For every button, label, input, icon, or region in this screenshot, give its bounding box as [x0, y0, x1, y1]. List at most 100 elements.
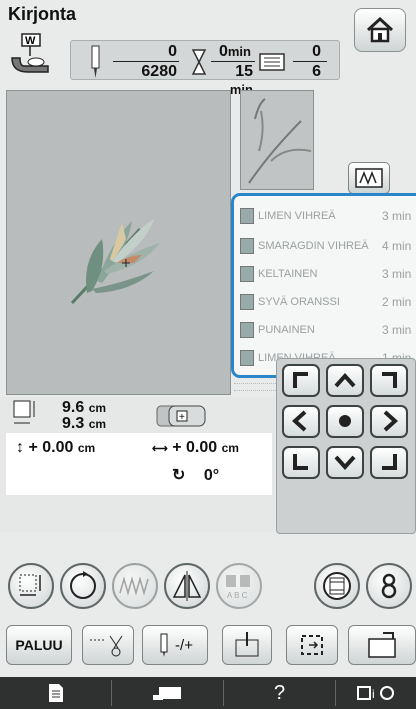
hourglass-icon — [191, 49, 207, 75]
needle-icon — [91, 45, 100, 78]
stitch-back-forward-button[interactable]: -/+ — [142, 625, 208, 665]
machine-icon — [152, 687, 181, 700]
stitch-total: 6280 — [141, 63, 177, 80]
corner-arrow-icon — [382, 372, 397, 388]
thread-spool-icon — [240, 322, 254, 338]
embroidery-preview[interactable] — [6, 90, 231, 395]
home-icon — [366, 17, 394, 43]
design-info-panel: 9.6 cm 9.3 cm + ↕ + 0.00 cm ⟷ + 0.00 cm … — [0, 397, 275, 532]
move-up-right-button[interactable] — [370, 364, 408, 397]
position-x-row: ⟷ + 0.00 cm — [152, 439, 239, 456]
document-button[interactable] — [0, 680, 112, 706]
corner-arrow-icon — [293, 372, 308, 388]
home-button[interactable] — [354, 8, 406, 52]
svg-text:i: i — [372, 687, 375, 701]
needle-position-icon — [235, 632, 259, 657]
move-down-left-button[interactable] — [282, 446, 320, 479]
thread-abc-button[interactable]: A B C — [216, 563, 262, 609]
settings-icon: i — [357, 686, 394, 701]
mirror-button[interactable] — [164, 563, 210, 609]
thread-spool-icon — [240, 294, 254, 310]
thread-spool-icon — [240, 350, 254, 366]
hoop-icon: + — [156, 405, 206, 427]
thread-color-button[interactable] — [314, 563, 360, 609]
time-current: 0 — [218, 43, 228, 60]
camera-button[interactable] — [112, 680, 224, 706]
thread-spool-icon — [259, 53, 285, 71]
list-item[interactable]: SMARAGDIN VIHREÄ 4 min — [240, 234, 416, 258]
thread-spool-icon — [240, 208, 254, 224]
corner-arrow-icon — [293, 454, 308, 470]
color-current: 0 — [312, 43, 321, 60]
svg-text:+: + — [179, 412, 185, 423]
horizontal-move-icon: ⟷ — [152, 443, 168, 455]
memory-button[interactable] — [348, 625, 416, 665]
settings-button[interactable]: i — [336, 680, 416, 706]
move-up-button[interactable] — [326, 364, 364, 397]
loop-button[interactable] — [366, 563, 412, 609]
move-pad — [276, 358, 416, 534]
mirror-icon — [172, 571, 202, 601]
rotation-row: ↻ 0° — [172, 467, 220, 484]
list-item[interactable]: KELTAINEN 3 min — [240, 262, 416, 286]
page-title: Kirjonta — [8, 4, 77, 24]
rotate-icon — [70, 571, 96, 599]
rotate-icon: ↻ — [172, 467, 186, 484]
position-y-row: ↕ + 0.00 cm — [16, 439, 96, 456]
thread-abc-icon: A B C — [226, 575, 250, 600]
move-down-right-button[interactable] — [370, 446, 408, 479]
chevron-left-icon — [292, 410, 307, 432]
trace-area-icon — [301, 635, 323, 655]
density-button[interactable] — [112, 563, 158, 609]
start-point-button[interactable] — [222, 625, 272, 665]
thread-cut-button[interactable] — [82, 625, 134, 665]
color-sequence-list[interactable]: LIMEN VIHREÄ 3 min SMARAGDIN VIHREÄ 4 min … — [231, 193, 416, 378]
document-icon — [48, 684, 63, 702]
stitch-time-status: 0 6280 0min 15 min 0 6 — [70, 40, 340, 97]
thread-spool-icon — [240, 238, 254, 254]
design-thumbnail — [240, 90, 314, 190]
thumbnail-design-icon — [248, 98, 312, 184]
stitch-current: 0 — [168, 43, 177, 60]
rotate-button[interactable] — [60, 563, 106, 609]
corner-arrow-icon — [382, 454, 397, 470]
pocket-icon — [368, 632, 396, 658]
center-dot-icon — [339, 415, 351, 427]
size-width: 9.6 — [62, 399, 85, 416]
trial-button[interactable] — [286, 625, 338, 665]
scissors-icon — [90, 635, 123, 657]
stitch-density-icon — [119, 576, 149, 596]
embroidery-design-icon — [70, 219, 160, 305]
question-icon: ? — [273, 681, 286, 704]
thread-display-button[interactable] — [348, 162, 390, 194]
move-left-button[interactable] — [282, 405, 320, 438]
chevron-right-icon — [383, 410, 398, 432]
chevron-down-icon — [334, 455, 356, 470]
bottom-toolbar: ? i — [0, 677, 416, 709]
thread-spool-icon — [240, 266, 254, 282]
time-total: 15 — [235, 63, 253, 80]
move-right-button[interactable] — [370, 405, 408, 438]
needle-icon — [160, 633, 168, 657]
presser-foot-icon: W — [8, 32, 54, 76]
thread-spool-icon — [323, 572, 351, 600]
size-height: 9.3 — [62, 415, 85, 432]
chevron-up-icon — [334, 373, 356, 388]
svg-text:A B C: A B C — [227, 591, 248, 600]
list-item[interactable]: SYVÄ ORANSSI 2 min — [240, 290, 416, 314]
resize-icon — [19, 574, 41, 596]
embroidery-frame-icon — [355, 168, 383, 188]
help-button[interactable]: ? — [224, 680, 336, 706]
move-down-button[interactable] — [326, 446, 364, 479]
size-icon — [13, 400, 35, 424]
color-total: 6 — [312, 63, 321, 80]
figure-eight-icon — [381, 573, 397, 599]
vertical-move-icon: ↕ — [16, 439, 24, 456]
size-button[interactable] — [8, 563, 54, 609]
move-up-left-button[interactable] — [282, 364, 320, 397]
list-item[interactable]: LIMEN VIHREÄ 3 min — [240, 204, 416, 228]
list-item[interactable]: PUNAINEN 3 min — [240, 318, 416, 342]
center-button[interactable] — [326, 405, 364, 438]
svg-text:W: W — [25, 35, 36, 47]
back-button[interactable]: PALUU — [6, 625, 72, 665]
